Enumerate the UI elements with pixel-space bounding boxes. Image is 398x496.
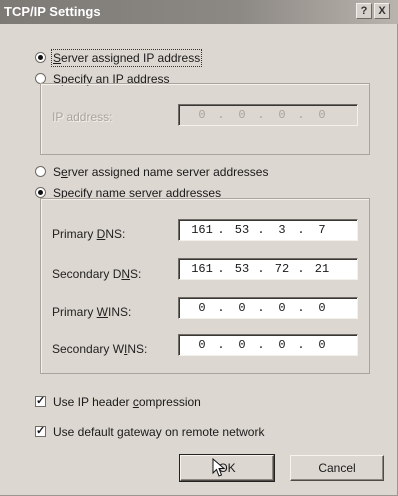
radio-dot-icon: [38, 55, 43, 60]
ok-button[interactable]: OK: [179, 454, 275, 482]
secondary-wins-field[interactable]: 0 . 0 . 0 . 0: [178, 334, 358, 356]
secondary-wins-label: Secondary WINS:: [52, 342, 148, 356]
primary-wins-label: Primary WINS:: [52, 305, 132, 319]
checkbox-checked-icon: ✓: [35, 425, 46, 437]
radio-server-assigned-ip-label: Server assigned IP address: [50, 49, 203, 67]
radio-circle-icon: [35, 166, 46, 177]
radio-server-assigned-dns-label: Server assigned name server addresses: [53, 165, 269, 179]
checkbox-checked-icon: ✓: [35, 395, 46, 407]
ip-address-label: IP address:: [52, 110, 113, 124]
title-bar[interactable]: TCP/IP Settings ? X: [0, 0, 398, 24]
primary-wins-field[interactable]: 0 . 0 . 0 . 0: [178, 297, 358, 319]
close-button[interactable]: X: [374, 3, 390, 19]
cancel-button[interactable]: Cancel: [290, 455, 384, 481]
primary-dns-label: Primary DNS:: [52, 227, 126, 241]
tcpip-settings-dialog: TCP/IP Settings ? X Server assigned IP a…: [0, 0, 398, 496]
ip-address-field: 0 . 0 . 0 . 0: [178, 104, 358, 126]
checkbox-ip-header-compression-label: Use IP header compression: [53, 395, 201, 409]
help-button[interactable]: ?: [356, 3, 372, 19]
radio-circle-icon: [35, 187, 46, 198]
mouse-pointer-icon: [212, 458, 226, 477]
primary-dns-field[interactable]: 161 . 53 . 3 . 7: [178, 219, 358, 241]
radio-circle-icon: [35, 52, 46, 63]
secondary-dns-label: Secondary DNS:: [52, 267, 142, 281]
radio-dot-icon: [38, 190, 43, 195]
checkbox-default-gateway-label: Use default gateway on remote network: [53, 425, 265, 439]
dialog-title: TCP/IP Settings: [4, 4, 101, 19]
secondary-dns-field[interactable]: 161 . 53 . 72 . 21: [178, 258, 358, 280]
